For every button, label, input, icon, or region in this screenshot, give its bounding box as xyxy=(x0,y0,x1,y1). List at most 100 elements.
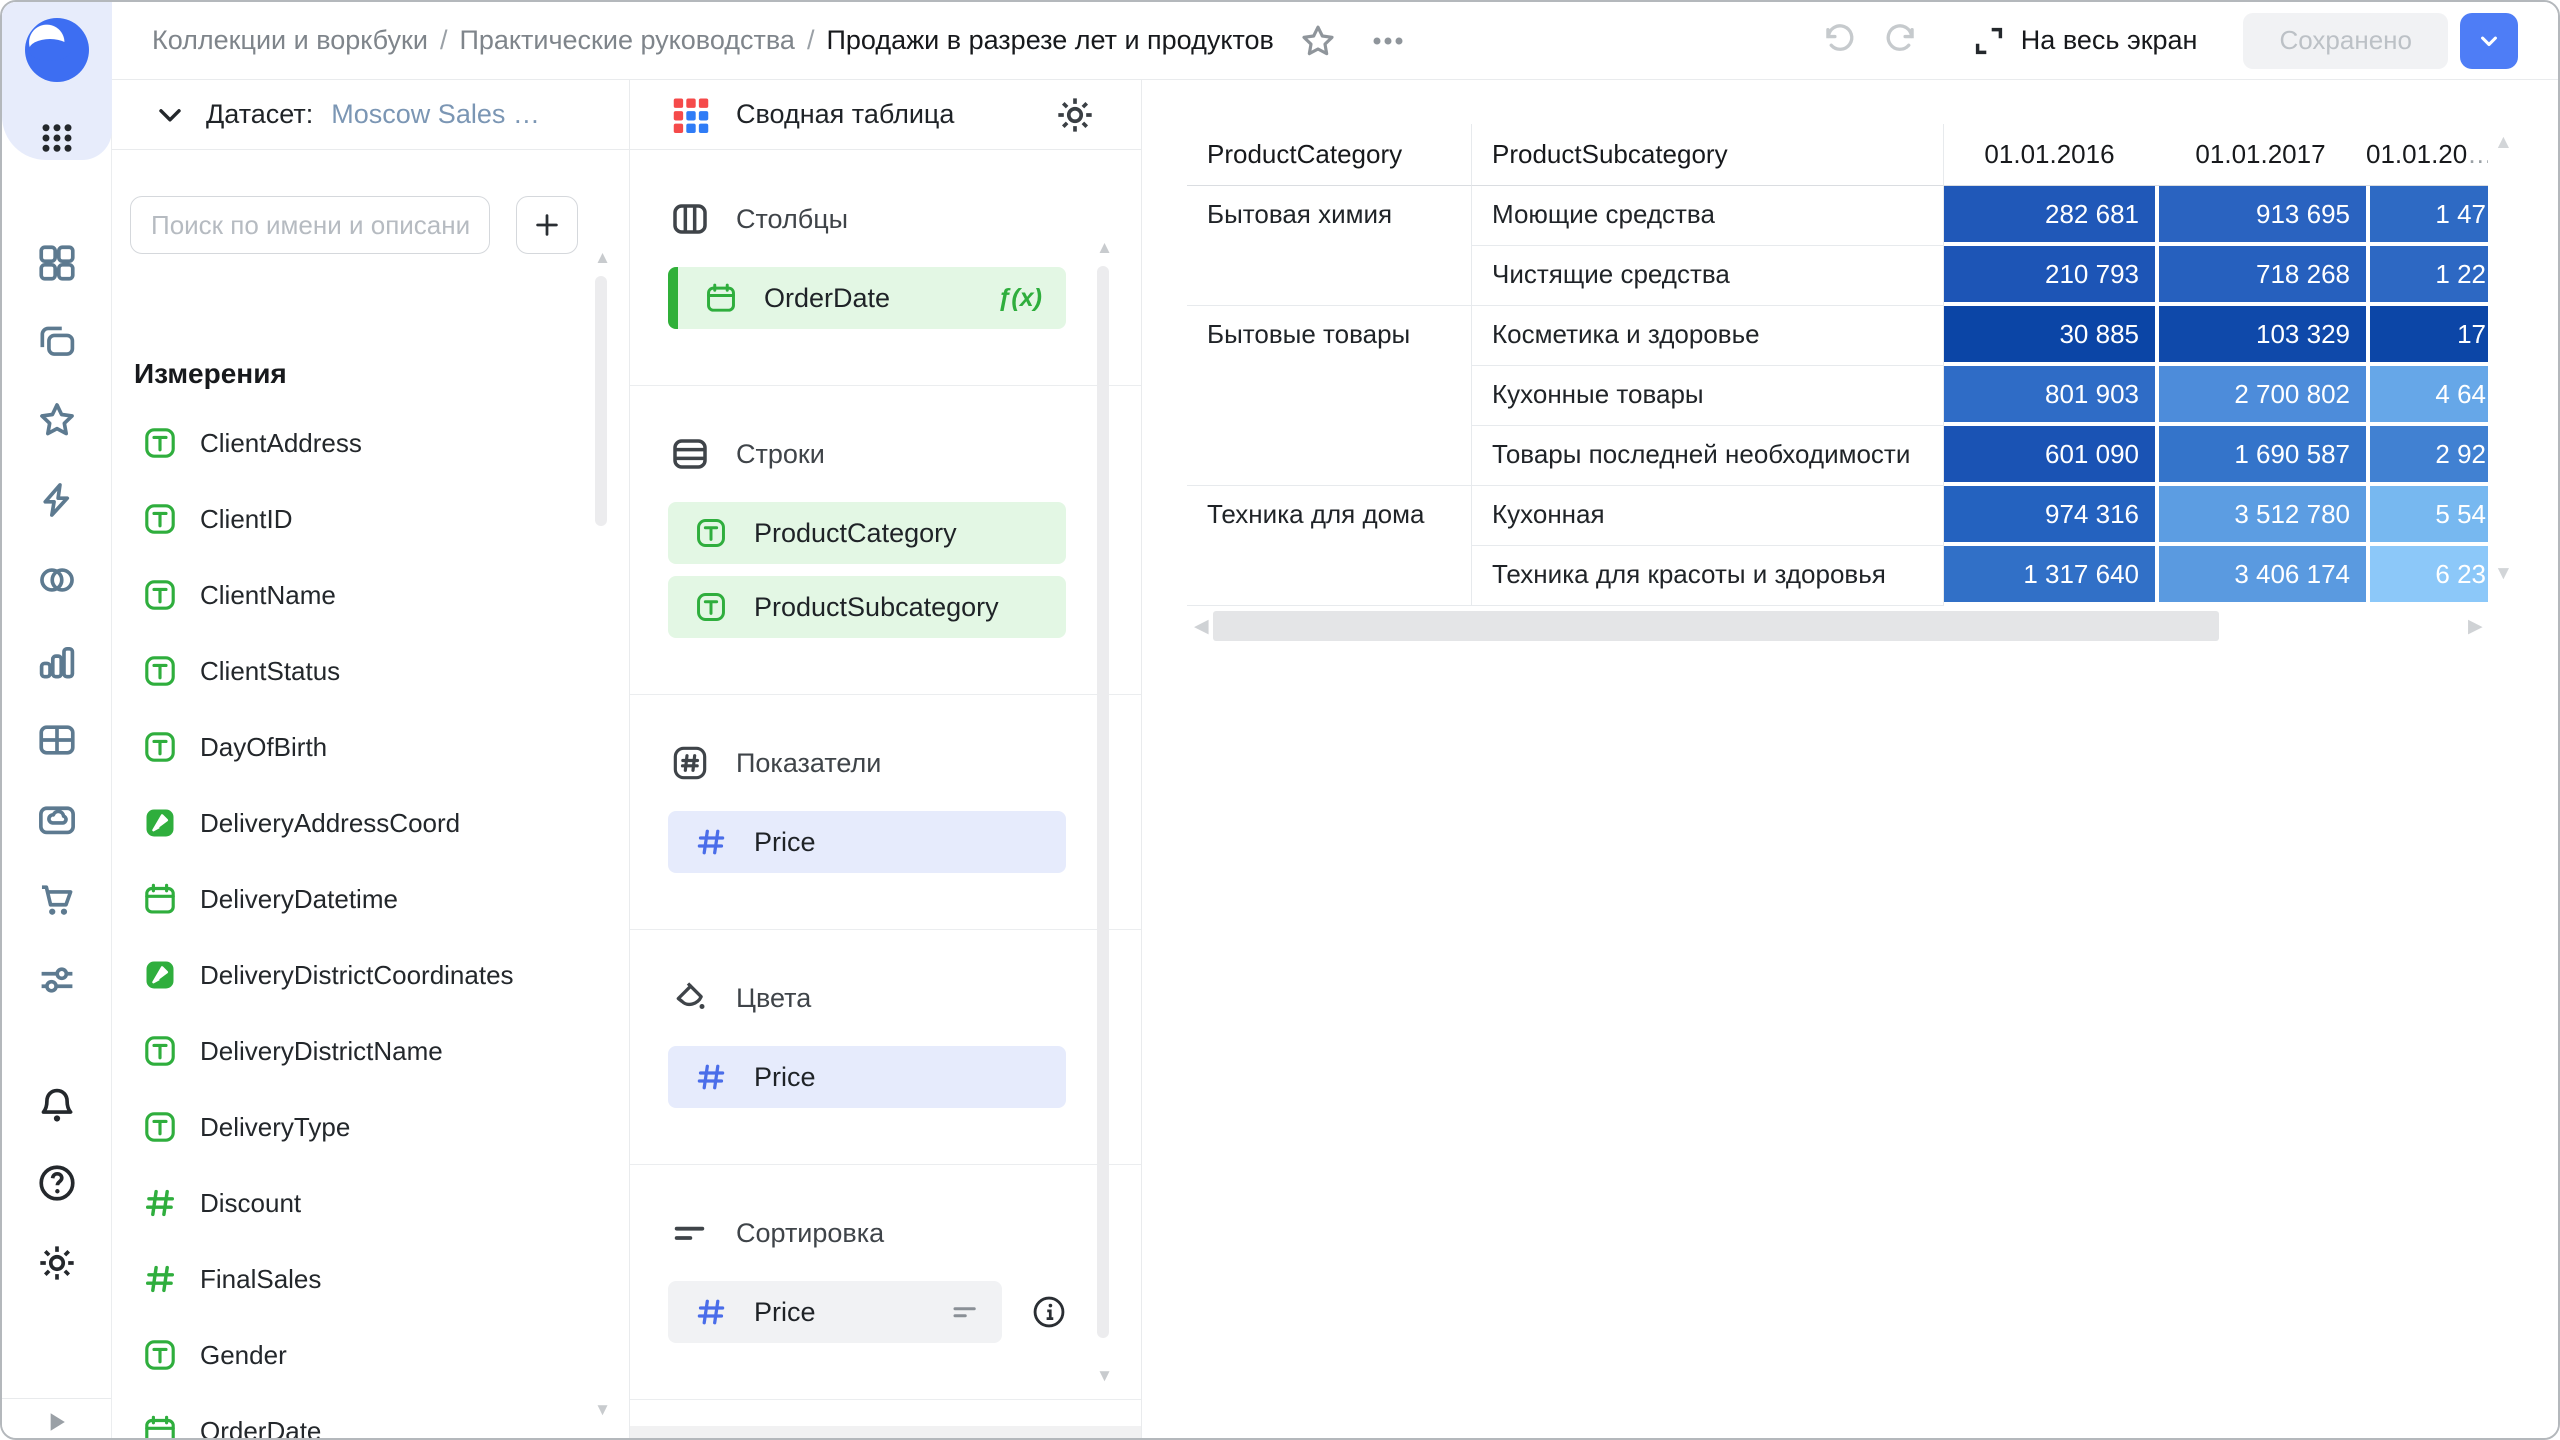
type-string-icon xyxy=(142,1109,178,1145)
redo-icon[interactable] xyxy=(1879,19,1923,63)
subcategory-cell: Техника для красоты и здоровья xyxy=(1472,546,1944,606)
dataset-field-DeliveryType[interactable]: DeliveryType xyxy=(112,1089,599,1165)
date-column-header: 01.01.2016 xyxy=(1944,124,2155,186)
undo-icon[interactable] xyxy=(1817,19,1861,63)
field-label: DeliveryType xyxy=(200,1112,350,1143)
field-label: DeliveryDistrictName xyxy=(200,1036,443,1067)
value-cell: 3 406 174 xyxy=(2155,546,2366,606)
dataset-field-FinalSales[interactable]: FinalSales xyxy=(112,1241,599,1317)
rows-icon xyxy=(670,434,710,474)
config-scroll-down-icon[interactable]: ▼ xyxy=(1096,1366,1113,1386)
breadcrumb-item[interactable]: Практические руководства xyxy=(459,25,794,55)
datalens-logo-icon[interactable] xyxy=(25,18,89,82)
dataset-field-DeliveryDistrictName[interactable]: DeliveryDistrictName xyxy=(112,1013,599,1089)
nav-services-icon[interactable] xyxy=(35,958,79,1002)
scroll-left-icon[interactable]: ◀ xyxy=(1194,615,1209,638)
info-icon[interactable] xyxy=(1030,1293,1068,1331)
dataset-field-ClientName[interactable]: ClientName xyxy=(112,557,599,633)
dataset-field-Gender[interactable]: Gender xyxy=(112,1317,599,1393)
dataset-field-DayOfBirth[interactable]: DayOfBirth xyxy=(112,709,599,785)
rail-divider xyxy=(2,1398,111,1399)
add-field-button[interactable] xyxy=(516,196,578,254)
table-scroll-down-icon[interactable]: ▼ xyxy=(2494,563,2513,585)
nav-datasets-icon[interactable] xyxy=(35,718,79,762)
dataset-name-link[interactable]: Moscow Sales … xyxy=(331,99,540,130)
nav-files-icon[interactable] xyxy=(35,798,79,842)
field-label: Gender xyxy=(200,1340,287,1371)
config-section: ЦветаPrice xyxy=(630,930,1141,1165)
dataset-field-OrderDate[interactable]: OrderDate xyxy=(112,1393,599,1438)
field-chip-Price[interactable]: Price xyxy=(668,1281,1002,1343)
config-scrollbar[interactable] xyxy=(1097,266,1109,1338)
field-chip-Price[interactable]: Price xyxy=(668,811,1066,873)
field-chip-ProductSubcategory[interactable]: ProductSubcategory xyxy=(668,576,1066,638)
expand-rail-icon[interactable] xyxy=(40,1406,72,1440)
nav-functions-icon[interactable] xyxy=(35,478,79,522)
nav-favorites-icon[interactable] xyxy=(35,398,79,442)
dataset-header: Датасет: Moscow Sales … xyxy=(112,80,629,150)
type-number-icon xyxy=(694,1060,728,1094)
value-cell: 5 54 xyxy=(2366,486,2488,546)
dataset-field-Discount[interactable]: Discount xyxy=(112,1165,599,1241)
chart-type-label[interactable]: Сводная таблица xyxy=(736,99,954,130)
sort-direction-icon[interactable] xyxy=(950,1297,980,1327)
dataset-field-DeliveryDistrictCoordinates[interactable]: DeliveryDistrictCoordinates xyxy=(112,937,599,1013)
field-label: DeliveryAddressCoord xyxy=(200,808,460,839)
notifications-bell-icon[interactable] xyxy=(35,1084,79,1128)
dataset-scroll-down-icon[interactable]: ▼ xyxy=(594,1400,611,1420)
dataset-field-DeliveryAddressCoord[interactable]: DeliveryAddressCoord xyxy=(112,785,599,861)
field-chip-ProductCategory[interactable]: ProductCategory xyxy=(668,502,1066,564)
type-string-icon xyxy=(142,501,178,537)
search-input[interactable] xyxy=(130,196,490,254)
subcategory-cell: Кухонная xyxy=(1472,486,1944,546)
config-section: Показатели Price xyxy=(630,695,1141,930)
formula-fx-icon[interactable]: ƒ(x) xyxy=(998,284,1042,313)
dataset-field-ClientID[interactable]: ClientID xyxy=(112,481,599,557)
nav-charts-icon[interactable] xyxy=(35,640,79,684)
chevron-down-icon[interactable] xyxy=(152,97,188,133)
section-label: Строки xyxy=(736,439,825,470)
type-date-icon xyxy=(142,1413,178,1438)
value-cell: 2 92 xyxy=(2366,426,2488,486)
dataset-scroll-up-icon[interactable]: ▲ xyxy=(594,248,611,268)
chip-label: OrderDate xyxy=(764,283,890,314)
scroll-right-icon[interactable]: ▶ xyxy=(2468,615,2483,638)
config-scroll-up-icon[interactable]: ▲ xyxy=(1096,238,1113,258)
chip-label: ProductSubcategory xyxy=(754,592,999,623)
nav-collections-icon[interactable] xyxy=(35,320,79,364)
sort-icon xyxy=(670,1213,710,1253)
apps-grid-icon[interactable] xyxy=(35,116,79,160)
field-label: DeliveryDatetime xyxy=(200,884,398,915)
breadcrumb-item[interactable]: Коллекции и воркбуки xyxy=(152,25,428,55)
subcategory-cell: Чистящие средства xyxy=(1472,246,1944,306)
pivot-table-grid: ProductCategoryProductSubcategory01.01.2… xyxy=(1187,124,2488,606)
field-chip-Price[interactable]: Price xyxy=(668,1046,1066,1108)
nav-marketplace-icon[interactable] xyxy=(35,878,79,922)
table-scroll-up-icon[interactable]: ▲ xyxy=(2494,132,2513,154)
nav-connections-icon[interactable] xyxy=(35,558,79,602)
pivot-table-icon[interactable] xyxy=(668,92,714,138)
breadcrumb-item[interactable]: Продажи в разрезе лет и продуктов xyxy=(826,25,1273,55)
dataset-field-ClientStatus[interactable]: ClientStatus xyxy=(112,633,599,709)
breadcrumb: Коллекции и воркбуки/Практические руково… xyxy=(152,25,1274,56)
nav-dashboards-icon[interactable] xyxy=(35,241,79,285)
type-string-icon xyxy=(142,1033,178,1069)
scrollbar-thumb[interactable] xyxy=(1213,611,2219,641)
save-menu-button[interactable] xyxy=(2460,13,2518,69)
section-label: Показатели xyxy=(736,748,881,779)
value-cell: 2 700 802 xyxy=(2155,366,2366,426)
save-button[interactable]: Сохранено xyxy=(2243,13,2448,69)
help-icon[interactable] xyxy=(35,1161,79,1205)
field-chip-OrderDate[interactable]: OrderDate ƒ(x) xyxy=(668,267,1066,329)
chart-settings-gear-icon[interactable] xyxy=(1053,93,1097,137)
dataset-field-DeliveryDatetime[interactable]: DeliveryDatetime xyxy=(112,861,599,937)
column-header: ProductCategory xyxy=(1187,124,1472,186)
settings-gear-icon[interactable] xyxy=(35,1241,79,1285)
dataset-scrollbar[interactable] xyxy=(595,276,607,526)
fullscreen-button[interactable]: На весь экран xyxy=(1971,23,2198,59)
dataset-field-ClientAddress[interactable]: ClientAddress xyxy=(112,405,599,481)
value-cell: 4 64 xyxy=(2366,366,2488,426)
value-cell: 282 681 xyxy=(1944,186,2155,246)
more-menu-icon[interactable] xyxy=(1366,19,1410,63)
favorite-star-icon[interactable] xyxy=(1296,19,1340,63)
